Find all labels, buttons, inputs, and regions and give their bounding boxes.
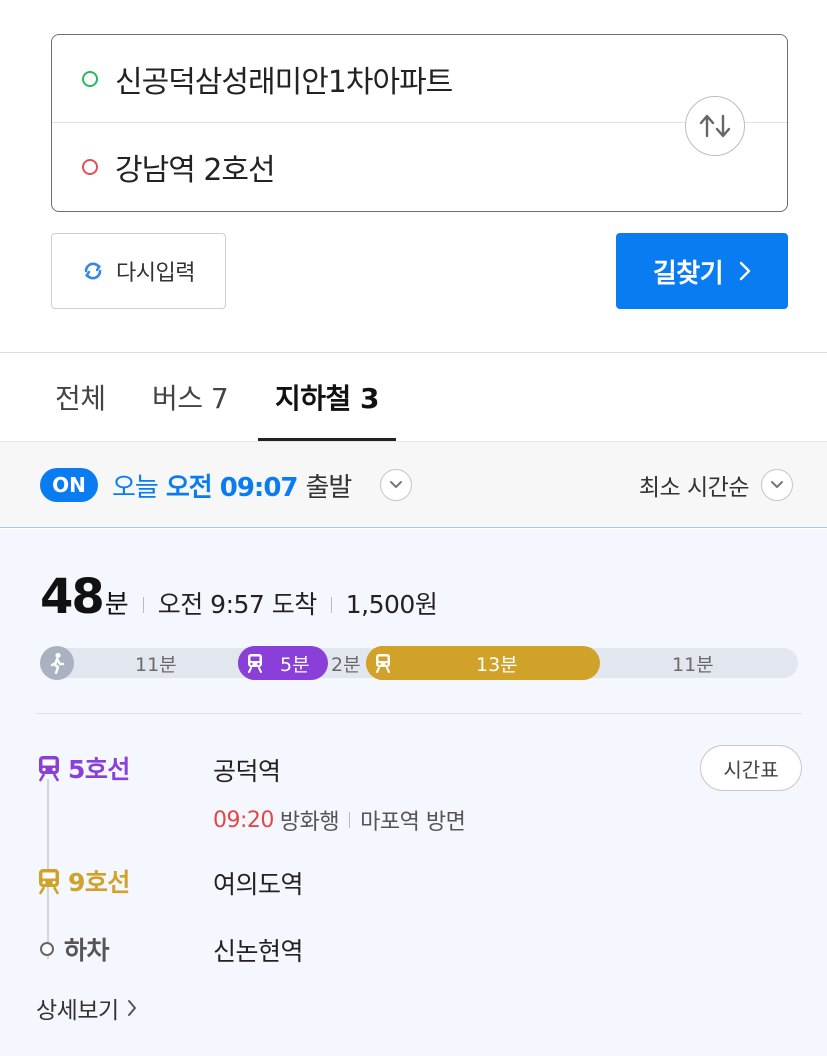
sort-order-dropdown[interactable] [761,469,793,501]
alight-label: 하차 [64,936,110,965]
route-step-line9: 9호선 [36,863,130,899]
view-details-link[interactable]: 상세보기 [36,991,137,1025]
sort-order-label[interactable]: 최소 시간순 [639,442,750,528]
chevron-down-icon [771,481,783,488]
line9-subway-icon [366,646,400,680]
line5-label: 5호선 [68,755,130,784]
route-segment-bar: 11분 5분 2분 13분 11분 [40,646,798,680]
train-detail: 09:20 방화행 마포역 방면 [213,804,466,836]
subway-train-icon [39,869,59,895]
origin-input[interactable]: 신공덕삼성래미안1차아파트 [115,57,453,101]
tab-all[interactable]: 전체 [55,353,106,441]
tab-subway[interactable]: 지하철 3 [258,353,396,441]
platform-direction: 마포역 방면 [360,810,466,835]
departure-time: 오전 09:07 [165,472,299,503]
route-step-line5: 5호선 [36,750,130,786]
line5-segment-label: 5분 [280,653,310,676]
detail-separator [349,812,351,828]
arrival-time: 오전 9:57 도착 [157,590,318,619]
find-route-button[interactable]: 길찾기 [616,233,788,309]
route-step-alight: 하차 [36,931,110,967]
boarding-station: 공덕역 [213,757,281,786]
total-duration-number: 48 [40,569,105,625]
line5-segment: 5분 [238,646,328,680]
train-arrival-time: 09:20 [213,807,274,833]
refresh-icon [84,262,102,280]
transport-tabs: 전체 버스 7 지하철 3 [0,353,827,441]
timetable-button[interactable]: 시간표 [700,745,802,791]
walk-segment-icon [40,646,74,680]
destination-input[interactable]: 강남역 2호선 [115,145,276,189]
view-details-label: 상세보기 [36,998,119,1024]
swap-button[interactable] [685,96,745,156]
alight-dot-icon [40,942,54,956]
find-route-label: 길찾기 [652,258,724,289]
card-divider [36,713,802,714]
subway-train-icon [376,654,390,673]
tab-bus[interactable]: 버스 7 [152,353,229,441]
route-search-box: 신공덕삼성래미안1차아파트 강남역 2호선 [51,34,788,212]
departure-time-dropdown[interactable] [380,469,412,501]
train-direction: 방화행 [279,810,340,835]
route-summary: 48 분 오전 9:57 도착 1,500원 [40,569,438,625]
swap-arrows-icon [699,114,731,138]
total-duration-unit: 분 [104,590,129,620]
walking-person-icon [50,652,65,674]
reset-button-label: 다시입력 [116,261,195,286]
departure-suffix: 출발 [305,472,353,503]
fare: 1,500원 [345,590,438,619]
walk-segment-1-label: 11분 [135,653,177,676]
destination-input-row[interactable]: 강남역 2호선 [52,123,787,211]
destination-marker-icon [82,159,98,175]
reset-button[interactable]: 다시입력 [51,233,226,309]
departure-bar: ON 오늘 오전 09:07 출발 최소 시간순 [0,442,827,528]
subway-train-icon [39,756,59,782]
chevron-down-icon [390,481,402,488]
summary-separator [142,597,144,613]
line9-segment-label: 13분 [476,653,518,676]
departure-today: 오늘 [112,472,159,503]
chevron-right-icon [739,261,751,281]
route-result-card[interactable]: 48 분 오전 9:57 도착 1,500원 11분 5분 2분 13분 11분… [0,529,827,1056]
subway-train-icon [248,654,262,673]
departure-time-text[interactable]: 오늘 오전 09:07 출발 [112,442,353,528]
chevron-right-icon [127,1000,136,1016]
transfer-station: 여의도역 [213,870,304,899]
line5-subway-icon [238,646,272,680]
origin-marker-icon [82,70,98,87]
summary-separator [330,597,332,613]
line9-label: 9호선 [68,868,130,897]
realtime-on-badge[interactable]: ON [40,468,98,502]
origin-input-row[interactable]: 신공덕삼성래미안1차아파트 [52,35,787,123]
line9-segment: 13분 [366,646,600,680]
walk-segment-2-label: 11분 [672,653,714,676]
alight-station: 신논현역 [213,937,304,966]
transfer-segment-label: 2분 [331,653,361,676]
